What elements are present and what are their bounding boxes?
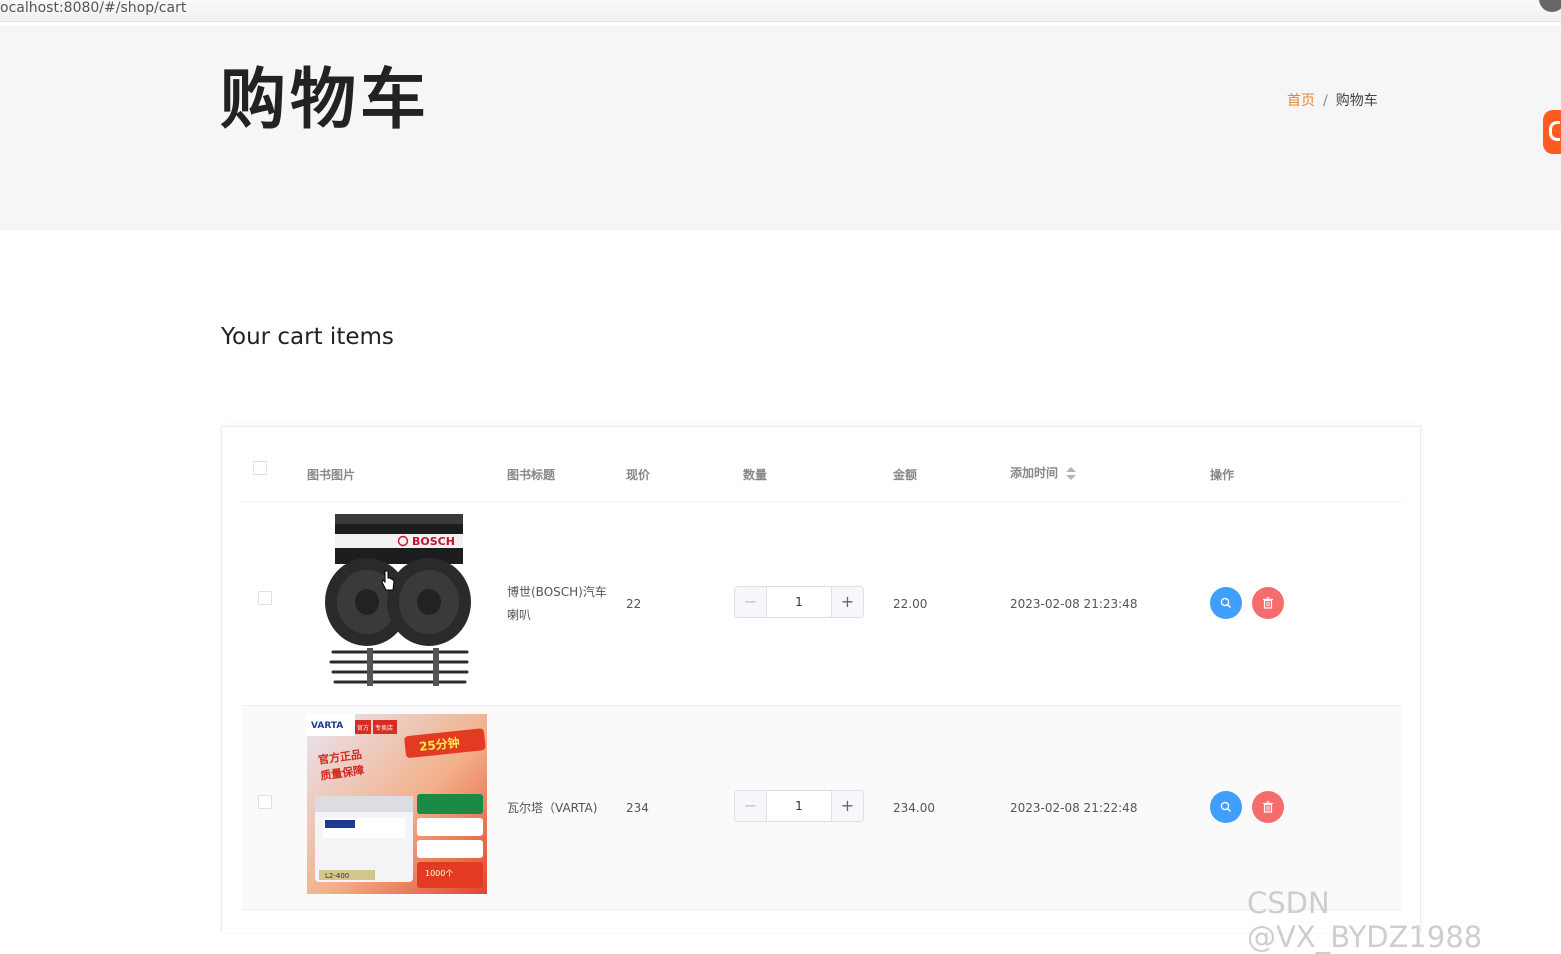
row-amount: 22.00	[893, 597, 928, 611]
row-added-time: 2023-02-08 21:22:48	[1010, 801, 1138, 815]
browser-address-bar[interactable]: ocalhost:8080/#/shop/cart	[0, 0, 1561, 22]
decrease-quantity-button[interactable]: −	[735, 587, 767, 617]
url-text[interactable]: ocalhost:8080/#/shop/cart	[0, 0, 186, 16]
quantity-stepper[interactable]: − 1 +	[734, 586, 864, 618]
view-button[interactable]	[1210, 791, 1242, 823]
row-checkbox[interactable]	[258, 591, 272, 605]
trash-icon	[1263, 801, 1273, 813]
hand-cursor-icon	[381, 570, 395, 591]
product-price: 234	[626, 801, 649, 815]
varta-model-text: L2-400	[325, 872, 349, 880]
bosch-brand-text: BOSCH	[412, 535, 455, 548]
delete-button[interactable]	[1252, 791, 1284, 823]
breadcrumb-separator: /	[1323, 93, 1328, 109]
profile-avatar-icon[interactable]	[1539, 0, 1561, 12]
trash-icon	[1263, 597, 1273, 609]
watermark-text: CSDN @VX_BYDZ1988	[1247, 886, 1483, 954]
select-all-checkbox[interactable]	[253, 461, 267, 475]
page-title: 购物车	[220, 61, 430, 138]
page-header: 购物车 首页 / 购物车	[0, 26, 1561, 230]
breadcrumb: 首页 / 购物车	[1287, 92, 1378, 110]
product-price: 22	[626, 597, 642, 611]
header-amount: 金额	[893, 468, 918, 482]
product-title: 瓦尔塔（VARTA)	[507, 801, 598, 815]
header-price: 现价	[626, 468, 651, 482]
header-quantity: 数量	[743, 468, 768, 482]
header-added-time[interactable]: 添加时间	[1010, 466, 1058, 480]
breadcrumb-current: 购物车	[1335, 93, 1378, 109]
varta-promo-text: 1000个	[425, 869, 453, 878]
increase-quantity-button[interactable]: +	[831, 587, 863, 617]
header-image: 图书图片	[307, 468, 356, 482]
increase-quantity-button[interactable]: +	[831, 791, 863, 821]
table-row: BOSCH 博世(BOSCH)汽车喇叭 22 − 1 + 22.00 2023-…	[242, 502, 1401, 706]
sort-caret-icon[interactable]	[1066, 467, 1076, 481]
search-icon	[1220, 597, 1231, 608]
row-checkbox[interactable]	[258, 795, 272, 809]
bosch-horn-product-image[interactable]: BOSCH	[307, 510, 487, 690]
row-amount: 234.00	[893, 801, 935, 815]
header-title: 图书标题	[507, 468, 556, 482]
decrease-quantity-button[interactable]: −	[735, 791, 767, 821]
breadcrumb-home-link[interactable]: 首页	[1287, 93, 1315, 109]
quantity-input[interactable]: 1	[767, 791, 831, 821]
table-header: 图书图片 图书标题 现价 数量 金额 添加时间 操作	[242, 427, 1401, 502]
row-added-time: 2023-02-08 21:23:48	[1010, 597, 1138, 611]
quantity-stepper[interactable]: − 1 +	[734, 790, 864, 822]
table-row: VARTA 官方 专卖店 官方正品 质量保障 25分钟 L2-400 1000个…	[242, 706, 1401, 910]
delete-button[interactable]	[1252, 587, 1284, 619]
section-title: Your cart items	[221, 324, 394, 350]
varta-store-tag-b: 专卖店	[375, 724, 393, 732]
search-icon	[1220, 801, 1231, 812]
view-button[interactable]	[1210, 587, 1242, 619]
cart-table: 图书图片 图书标题 现价 数量 金额 添加时间 操作 BOSCH 博世(BOSC…	[221, 426, 1421, 932]
varta-store-tag-a: 官方	[357, 724, 369, 732]
varta-brand-text: VARTA	[311, 721, 343, 731]
header-actions: 操作	[1210, 468, 1235, 482]
quantity-input[interactable]: 1	[767, 587, 831, 617]
varta-battery-product-image[interactable]: VARTA 官方 专卖店 官方正品 质量保障 25分钟 L2-400 1000个	[307, 714, 487, 894]
floating-extension-icon[interactable]	[1543, 110, 1561, 154]
product-title: 博世(BOSCH)汽车喇叭	[507, 585, 607, 622]
